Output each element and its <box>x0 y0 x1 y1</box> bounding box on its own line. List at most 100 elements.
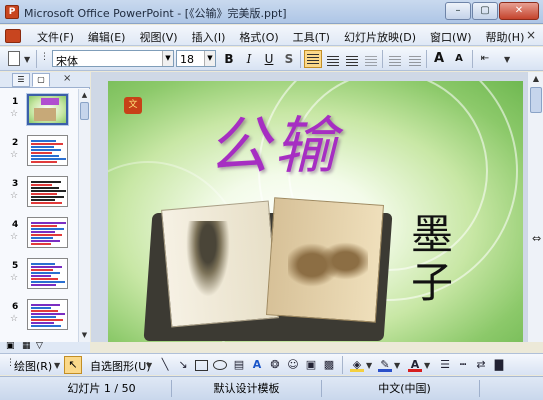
menu-item[interactable]: 编辑(E) <box>81 29 133 45</box>
line-tool-icon[interactable]: ╲ <box>158 358 172 372</box>
grow-font-button[interactable]: A <box>430 50 448 68</box>
align-left-button[interactable] <box>304 50 322 68</box>
thumbnail-text-line <box>31 325 61 327</box>
diagram-tool-icon[interactable]: ❂ <box>268 358 282 372</box>
picture-tool-icon[interactable]: ▣ <box>304 358 318 372</box>
chevron-down-icon[interactable]: ▼ <box>366 361 372 370</box>
wordart-tool-icon[interactable]: A <box>250 358 264 372</box>
window-title: Microsoft Office PowerPoint - [《公输》完美版.p… <box>24 7 287 20</box>
tab-outline[interactable]: ☰ <box>12 73 30 87</box>
indent-button[interactable]: ⇤ <box>476 50 494 68</box>
dash-style-icon[interactable]: ┅ <box>456 358 470 372</box>
splitter-handle-icon[interactable]: ⇔ <box>532 232 541 245</box>
shadow-button[interactable]: S <box>280 50 298 68</box>
slide-thumbnail[interactable] <box>27 217 68 248</box>
menu-item[interactable]: 窗口(W) <box>423 29 478 45</box>
menu-item[interactable]: 插入(I) <box>185 29 233 45</box>
minimize-button[interactable]: – <box>445 2 471 20</box>
chevron-down-icon[interactable]: ▼ <box>394 361 400 370</box>
slide-position-status: 幻灯片 1 / 50 <box>32 380 172 397</box>
slide-thumbnail[interactable] <box>27 258 68 289</box>
font-color-icon[interactable]: A <box>408 358 422 372</box>
close-button[interactable]: ✕ <box>499 2 539 20</box>
document-close-icon[interactable]: × <box>526 28 536 42</box>
slide-thumbnail-row[interactable]: 1 ☆ <box>0 93 78 134</box>
fill-color-icon[interactable]: ◈ <box>350 358 364 372</box>
thumbnail-text-line <box>31 231 55 233</box>
bold-button[interactable]: B <box>220 50 238 68</box>
draw-menu-button[interactable]: 绘图(R) <box>14 358 52 374</box>
select-pointer-button[interactable]: ↖ <box>64 356 82 374</box>
scroll-up-icon[interactable]: ▲ <box>529 72 543 86</box>
chevron-down-icon[interactable]: ▼ <box>146 361 152 370</box>
slide-thumbnail-row[interactable]: 2 ☆ <box>0 135 78 175</box>
sorter-view-icon[interactable]: ▦ <box>22 341 31 351</box>
menu-item[interactable]: 帮助(H) <box>479 29 532 45</box>
slide-thumbnail-row[interactable]: 3 ☆ <box>0 176 78 216</box>
new-document-icon[interactable] <box>8 51 20 66</box>
document-icon[interactable] <box>5 29 21 43</box>
slide-thumbnail[interactable] <box>26 93 69 126</box>
font-name-combo[interactable]: 宋体 ▼ <box>52 50 174 68</box>
menu-bar: 文件(F) 编辑(E) 视图(V) 插入(I) 格式(O) 工具(T) 幻灯片放映(D) 窗口… <box>0 25 543 46</box>
menu-item[interactable]: 文件(F) <box>30 29 81 45</box>
chevron-down-icon[interactable]: ▼ <box>24 55 30 64</box>
slide-scrollbar[interactable]: ▲ <box>527 72 543 342</box>
chevron-down-icon[interactable]: ▼ <box>424 361 430 370</box>
menu-item[interactable]: 视图(V) <box>132 29 184 45</box>
slideshow-view-icon[interactable]: ▽ <box>36 341 43 351</box>
numbering-button[interactable] <box>386 50 404 68</box>
open-book-image[interactable] <box>143 197 393 342</box>
thumbnail-text-line <box>31 161 57 163</box>
align-center-button[interactable] <box>324 50 342 68</box>
scrollbar-thumb[interactable] <box>530 87 542 113</box>
thumbnail-text-line <box>31 240 60 242</box>
slide-thumbnail-row[interactable]: 6 ☆ <box>0 299 78 339</box>
underline-button[interactable]: U <box>260 50 278 68</box>
font-size-combo[interactable]: 18 ▼ <box>176 50 216 67</box>
maximize-button[interactable]: ▢ <box>472 2 498 20</box>
tab-slides[interactable]: ▢ <box>32 73 50 87</box>
thumbnails-scrollbar[interactable]: ▲ ▼ <box>78 89 90 342</box>
arrow-tool-icon[interactable]: ↘ <box>176 358 190 372</box>
slide-title[interactable]: 公输 <box>208 95 340 185</box>
chevron-down-icon[interactable]: ▼ <box>504 55 510 64</box>
slide-thumbnail[interactable] <box>27 176 68 207</box>
menu-item[interactable]: 格式(O) <box>232 29 285 45</box>
slide-thumbnail-row[interactable]: 4 ☆ <box>0 217 78 257</box>
bullets-button[interactable] <box>406 50 424 68</box>
slide-canvas[interactable]: 文 公输 墨子 <box>108 81 523 342</box>
chevron-down-icon[interactable]: ▼ <box>204 51 215 66</box>
scroll-down-icon[interactable]: ▼ <box>79 329 90 341</box>
slide-thumbnail[interactable] <box>27 135 68 166</box>
menu-item[interactable]: 工具(T) <box>286 29 337 45</box>
image-tool-icon[interactable]: ▩ <box>322 358 336 372</box>
shrink-font-button[interactable]: A <box>450 50 468 68</box>
pane-close-icon[interactable]: × <box>63 73 71 84</box>
slide-thumbnail[interactable] <box>27 299 68 330</box>
oval-tool-icon[interactable] <box>213 360 227 370</box>
powerpoint-app-icon[interactable]: P <box>5 5 19 19</box>
scroll-up-icon[interactable]: ▲ <box>79 89 90 101</box>
distribute-button[interactable] <box>362 50 380 68</box>
chevron-down-icon[interactable]: ▼ <box>54 361 60 370</box>
italic-button[interactable]: I <box>240 50 258 68</box>
align-right-button[interactable] <box>343 50 361 68</box>
clipart-tool-icon[interactable]: ☺ <box>286 358 300 372</box>
line-style-icon[interactable]: ☰ <box>438 358 452 372</box>
menu-item[interactable]: 幻灯片放映(D) <box>337 29 423 45</box>
shadow-style-icon[interactable]: ▇ <box>492 358 506 372</box>
normal-view-icon[interactable]: ▣ <box>6 341 15 351</box>
arrow-style-icon[interactable]: ⇄ <box>474 358 488 372</box>
rectangle-tool-icon[interactable] <box>195 360 208 371</box>
thumbnail-text-line <box>31 222 66 224</box>
slide-thumbnail-row[interactable]: 5 ☆ <box>0 258 78 298</box>
line-color-icon[interactable]: ✎ <box>378 358 392 372</box>
autoshapes-menu-button[interactable]: 自选图形(U) <box>90 358 151 374</box>
chevron-down-icon[interactable]: ▼ <box>162 51 173 66</box>
slide-author[interactable]: 墨子 <box>408 211 456 307</box>
thumbnail-book-mark <box>34 108 56 121</box>
design-template-status[interactable]: 默认设计模板 <box>172 380 322 397</box>
textbox-tool-icon[interactable]: ▤ <box>232 358 246 372</box>
scrollbar-thumb[interactable] <box>80 102 89 120</box>
